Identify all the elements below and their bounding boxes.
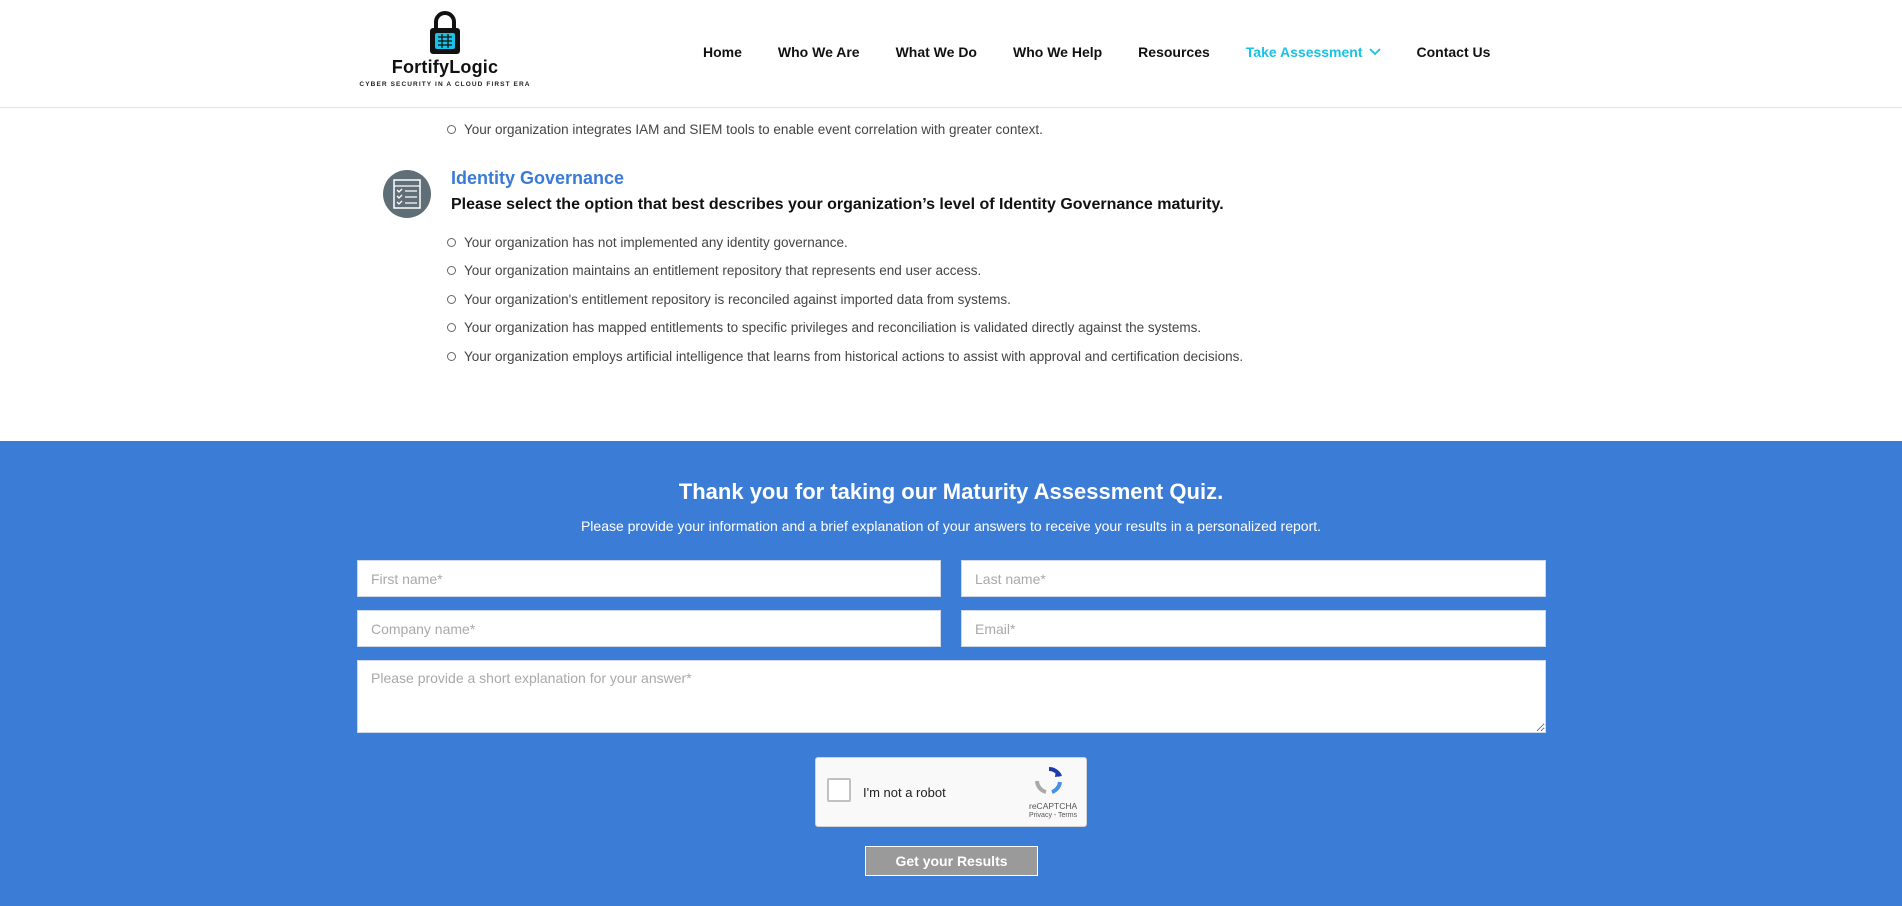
recaptcha-links[interactable]: Privacy - Terms [1029,812,1077,819]
nav-home[interactable]: Home [703,44,742,60]
nav-who-we-are[interactable]: Who We Are [778,44,860,60]
nav-who-we-help[interactable]: Who We Help [1013,44,1102,60]
answer-options: Your organization has not implemented an… [447,232,1243,375]
radio-button[interactable] [447,237,456,247]
answer-option[interactable]: Your organization's entitlement reposito… [447,289,1243,309]
email-field[interactable] [961,610,1546,647]
site-header: FortifyLogic CYBER SECURITY IN A CLOUD F… [0,0,1902,108]
brand-tagline: CYBER SECURITY IN A CLOUD FIRST ERA [359,81,531,88]
answer-option[interactable]: Your organization has not implemented an… [447,232,1243,252]
option-label: Your organization's entitlement reposito… [464,291,1011,307]
answer-option[interactable]: Your organization has mapped entitlement… [447,318,1243,338]
recaptcha-widget: I'm not a robot reCAPTCHA Privacy - Term… [815,757,1087,827]
recaptcha-brand: reCAPTCHA [1029,801,1078,811]
padlock-icon [430,11,460,54]
checklist-icon [383,170,431,218]
option-label: Your organization has not implemented an… [464,234,848,250]
chevron-down-icon [1368,48,1381,56]
recaptcha-checkbox[interactable] [827,778,851,802]
radio-button[interactable] [447,323,456,333]
recaptcha-label: I'm not a robot [863,785,946,800]
radio-button[interactable] [447,266,456,276]
nav-take-assessment-label: Take Assessment [1245,44,1363,60]
option-label: Your organization maintains an entitleme… [464,263,982,279]
section-question: Please select the option that best descr… [451,196,1224,213]
form-title: Thank you for taking our Maturity Assess… [678,479,1224,504]
nav-resources[interactable]: Resources [1138,44,1210,60]
nav-what-we-do[interactable]: What We Do [896,44,977,60]
nav-take-assessment[interactable]: Take Assessment [1246,44,1381,60]
results-form-section: Thank you for taking our Maturity Assess… [0,441,1902,906]
option-label: Your organization employs artificial int… [464,348,1244,364]
brand-name: FortifyLogic [391,57,499,77]
radio-button[interactable] [447,294,456,304]
brand-logo[interactable]: FortifyLogic CYBER SECURITY IN A CLOUD F… [355,10,535,92]
last-name-field[interactable] [961,560,1546,597]
radio-button[interactable] [447,124,456,134]
option-label: Your organization integrates IAM and SIE… [464,121,1043,137]
option-label: Your organization has mapped entitlement… [464,320,1202,336]
main-nav: Home Who We Are What We Do Who We Help R… [703,44,1490,60]
section-title: Identity Governance [451,168,625,188]
nav-contact-us[interactable]: Contact Us [1417,44,1491,60]
answer-option[interactable]: Your organization maintains an entitleme… [447,261,1243,281]
first-name-field[interactable] [357,560,941,597]
recaptcha-logo: reCAPTCHA Privacy - Terms [1029,766,1078,819]
radio-button[interactable] [447,351,456,361]
get-results-button[interactable]: Get your Results [865,846,1038,876]
form-subtitle: Please provide your information and a br… [580,518,1322,534]
answer-option[interactable]: Your organization employs artificial int… [447,346,1243,366]
company-name-field[interactable] [357,610,941,647]
previous-question-option[interactable]: Your organization integrates IAM and SIE… [447,119,1043,139]
explanation-field[interactable] [357,660,1546,733]
recaptcha-icon [1035,766,1062,794]
